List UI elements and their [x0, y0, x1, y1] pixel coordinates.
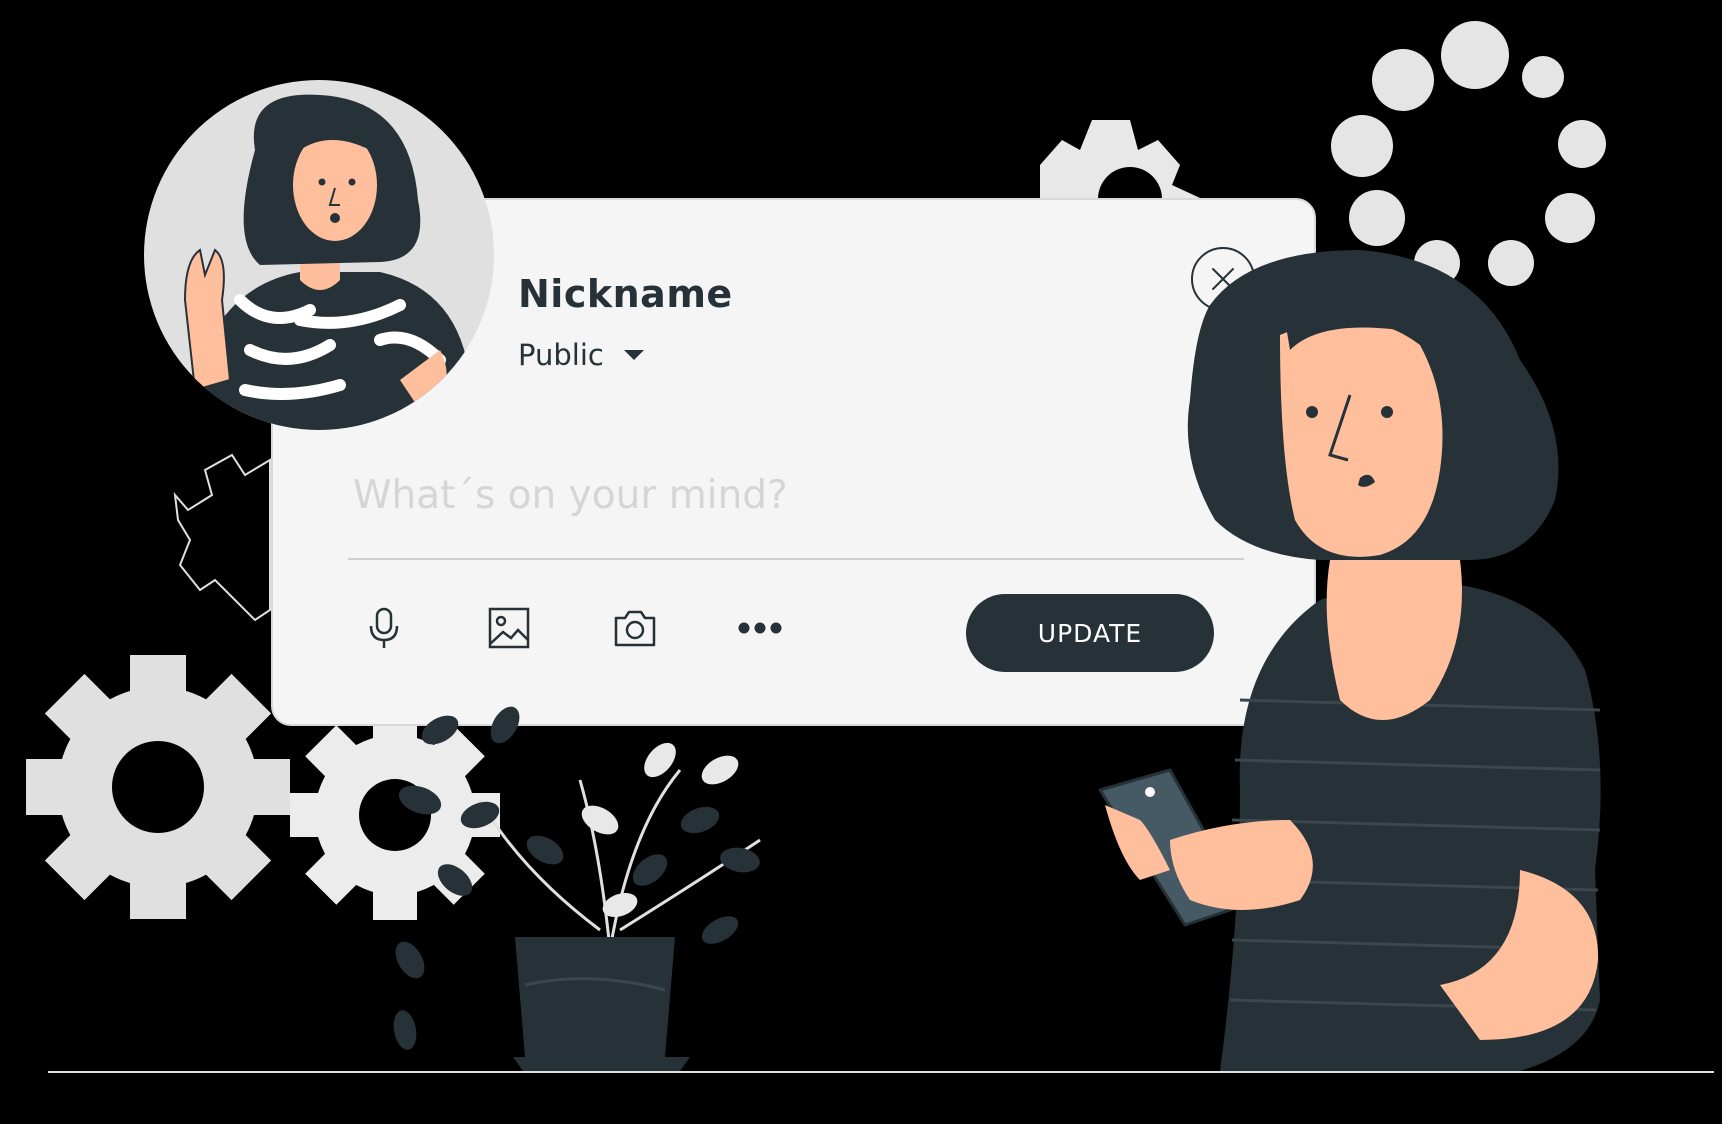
close-button[interactable]	[1191, 247, 1255, 311]
chevron-down-icon	[623, 350, 644, 360]
medium-gear-decoration	[290, 710, 500, 920]
more-options-button[interactable]	[732, 600, 788, 656]
privacy-value: Public	[518, 338, 604, 372]
loading-dots-decoration	[1331, 21, 1606, 286]
post-text-input[interactable]	[353, 465, 1173, 525]
camera-icon	[614, 610, 656, 647]
privacy-dropdown[interactable]: Public	[518, 338, 644, 372]
close-icon	[1212, 268, 1234, 290]
microphone-icon	[369, 607, 399, 648]
image-button[interactable]	[481, 600, 537, 656]
camera-button[interactable]	[607, 600, 663, 656]
outline-gear-decoration	[173, 453, 271, 622]
nickname-label: Nickname	[518, 272, 733, 316]
input-divider	[348, 558, 1244, 560]
large-gear-decoration	[26, 655, 290, 919]
update-button[interactable]: UPDATE	[966, 594, 1214, 672]
more-icon	[738, 622, 782, 634]
image-icon	[488, 607, 530, 649]
post-composer-card: Nickname Public What´s on your mind? UPD…	[271, 198, 1316, 726]
microphone-button[interactable]	[356, 600, 412, 656]
